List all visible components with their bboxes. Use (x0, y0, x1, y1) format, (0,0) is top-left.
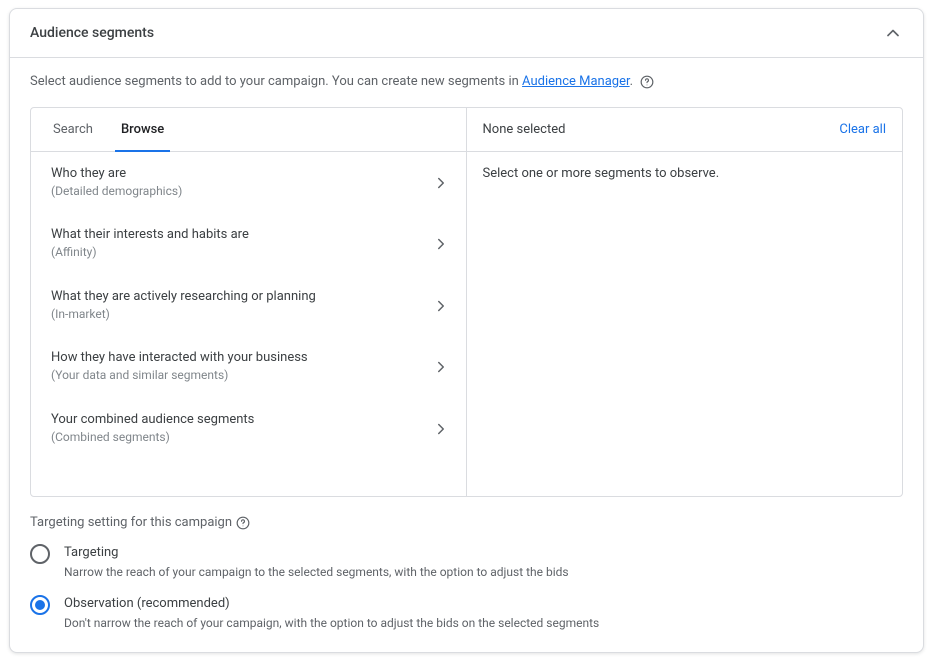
browse-item-title: How they have interacted with your busin… (51, 350, 308, 367)
targeting-heading-text: Targeting setting for this campaign (30, 515, 232, 530)
intro-suffix: . (630, 74, 633, 89)
tab-search[interactable]: Search (39, 108, 107, 151)
targeting-section: Targeting setting for this campaign Targ… (10, 497, 923, 632)
radio-button[interactable] (30, 595, 50, 615)
radio-option-observation[interactable]: Observation (recommended) Don't narrow t… (30, 595, 903, 632)
segment-panels: Search Browse Who they are (Detailed dem… (30, 107, 903, 497)
card-header: Audience segments (10, 9, 923, 58)
browse-list: Who they are (Detailed demographics) Wha… (31, 152, 466, 496)
tab-browse[interactable]: Browse (107, 108, 178, 151)
right-panel-header: None selected Clear all (467, 108, 903, 152)
browse-item-interests[interactable]: What their interests and habits are (Aff… (31, 213, 466, 274)
chevron-right-icon (432, 358, 450, 376)
targeting-heading: Targeting setting for this campaign (30, 515, 903, 530)
clear-all-button[interactable]: Clear all (839, 122, 886, 137)
browse-item-sub: (Affinity) (51, 245, 249, 261)
help-icon[interactable] (236, 516, 250, 530)
browse-item-title: Your combined audience segments (51, 412, 254, 429)
audience-manager-link[interactable]: Audience Manager (522, 74, 630, 89)
browse-item-sub: (Combined segments) (51, 430, 254, 446)
intro-text: Select audience segments to add to your … (10, 58, 923, 95)
browse-item-your-data[interactable]: How they have interacted with your busin… (31, 336, 466, 397)
radio-title: Observation (recommended) (64, 595, 599, 613)
browse-item-sub: (Detailed demographics) (51, 184, 182, 200)
browse-item-sub: (Your data and similar segments) (51, 368, 308, 384)
radio-option-targeting[interactable]: Targeting Narrow the reach of your campa… (30, 544, 903, 581)
radio-title: Targeting (64, 544, 569, 562)
browse-item-title: Who they are (51, 166, 182, 183)
browse-item-title: What their interests and habits are (51, 227, 249, 244)
browse-item-in-market[interactable]: What they are actively researching or pl… (31, 275, 466, 336)
radio-button[interactable] (30, 544, 50, 564)
browse-item-who-they-are[interactable]: Who they are (Detailed demographics) (31, 152, 466, 213)
right-panel: None selected Clear all Select one or mo… (467, 108, 903, 496)
card-title: Audience segments (30, 25, 154, 41)
browse-item-sub: (In-market) (51, 307, 316, 323)
chevron-right-icon (432, 297, 450, 315)
help-icon[interactable] (640, 75, 654, 89)
right-panel-body: Select one or more segments to observe. (467, 152, 903, 195)
radio-desc: Narrow the reach of your campaign to the… (64, 564, 569, 581)
collapse-icon[interactable] (883, 23, 903, 43)
chevron-right-icon (432, 235, 450, 253)
intro-prefix: Select audience segments to add to your … (30, 74, 522, 89)
left-panel: Search Browse Who they are (Detailed dem… (31, 108, 467, 496)
chevron-right-icon (432, 174, 450, 192)
selected-count: None selected (483, 122, 566, 137)
chevron-right-icon (432, 420, 450, 438)
audience-segments-card: Audience segments Select audience segmen… (9, 8, 924, 653)
tabs: Search Browse (31, 108, 466, 152)
radio-desc: Don't narrow the reach of your campaign,… (64, 615, 599, 632)
browse-item-combined[interactable]: Your combined audience segments (Combine… (31, 398, 466, 459)
browse-item-title: What they are actively researching or pl… (51, 289, 316, 306)
